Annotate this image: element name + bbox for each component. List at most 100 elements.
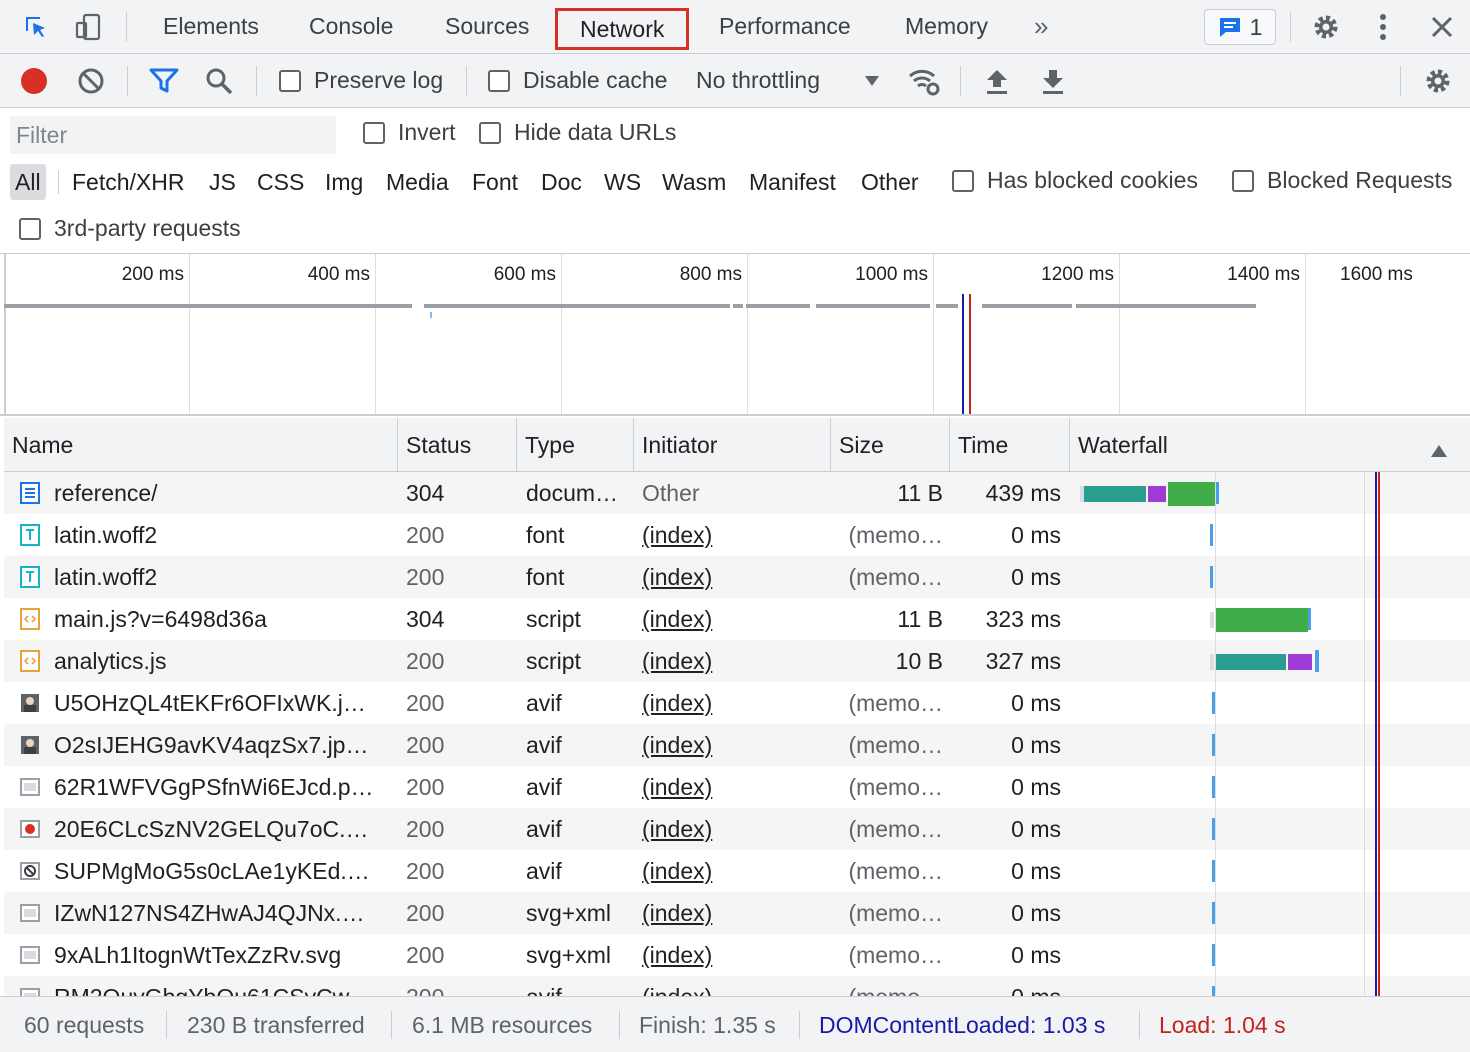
chevron-down-icon[interactable] [854,63,890,99]
close-icon[interactable] [1424,9,1460,45]
grid-line [189,254,190,414]
table-row[interactable]: analytics.js 200 script (index) 10 B 327 ms [4,640,1470,682]
type-filter-other[interactable]: Other [861,164,919,200]
waterfall-bar [1210,566,1213,588]
throttling-select[interactable]: No throttling [696,67,820,94]
table-row[interactable]: IZwN127NS4ZHwAJ4QJNx.… 200 svg+xml (index) (… [4,892,1470,934]
table-row[interactable]: latin.woff2 200 font (index) (memo… 0 ms [4,556,1470,598]
more-options-icon[interactable] [1365,9,1401,45]
blocked-requests-checkbox[interactable] [1232,170,1254,192]
divider [466,66,467,96]
device-toolbar-icon[interactable] [70,9,106,45]
import-har-icon[interactable] [979,63,1015,99]
request-type: script [526,648,581,674]
table-row[interactable]: SUPMgMoG5s0cLAe1yKEd.… 200 avif (index) (mem… [4,850,1470,892]
column-header-name[interactable]: Name [4,418,73,472]
table-row[interactable]: O2sIJEHG9avKV4aqzSx7.jp… 200 avif (index) (m… [4,724,1470,766]
request-name: SUPMgMoG5s0cLAe1yKEd.… [54,858,370,884]
table-row[interactable]: latin.woff2 200 font (index) (memo… 0 ms [4,514,1470,556]
network-conditions-icon[interactable] [906,63,942,99]
request-time: 0 ms [1011,816,1061,842]
request-status: 304 [406,480,445,506]
request-initiator[interactable]: (index) [642,934,822,976]
preserve-log-checkbox[interactable] [279,70,301,92]
network-settings-gear-icon[interactable] [1420,63,1456,99]
more-tabs-icon[interactable]: » [1034,0,1048,53]
table-row[interactable]: RM2QuvGbgYbQu61CSvCw… 200 avif (index) (memo… [4,976,1470,996]
waterfall-cell [1070,472,1470,514]
table-row[interactable]: 9xALh1ItognWtTexZzRv.svg 200 svg+xml (index… [4,934,1470,976]
type-filter-all[interactable]: All [10,164,46,200]
hide-data-urls-checkbox[interactable] [479,122,501,144]
tick-label: 1400 ms [1227,264,1300,285]
type-filter-font[interactable]: Font [472,164,518,200]
filter-icon[interactable] [146,63,182,99]
tab-sources[interactable]: Sources [445,0,529,53]
column-header-time[interactable]: Time [950,418,1008,472]
type-filter-doc[interactable]: Doc [541,164,582,200]
request-initiator[interactable]: (index) [642,640,822,682]
column-header-status[interactable]: Status [398,418,471,472]
type-filter-wasm[interactable]: Wasm [662,164,726,200]
third-party-checkbox[interactable] [19,218,41,240]
request-type: avif [526,690,562,716]
table-row[interactable]: main.js?v=6498d36a 304 script (index) 11 B 32… [4,598,1470,640]
sort-ascending-icon[interactable] [1430,437,1448,464]
font-icon [20,524,40,546]
table-row[interactable]: 20E6CLcSzNV2GELQu7oC.… 200 avif (index) (mem… [4,808,1470,850]
tab-network[interactable]: Network [555,8,690,50]
tab-performance[interactable]: Performance [719,0,851,53]
type-filter-img[interactable]: Img [325,164,363,200]
table-row[interactable]: reference/304 docum… Other 11 B 439 ms [4,472,1470,514]
request-type: avif [526,816,562,842]
filter-input[interactable] [10,116,336,154]
issues-badge[interactable]: 1 [1204,9,1276,45]
waterfall-bar [1308,608,1311,630]
table-row[interactable]: 62R1WFVGgPSfnWi6EJcd.p… 200 avif (index) (me… [4,766,1470,808]
request-size: 11 B [897,480,943,506]
column-header-type[interactable]: Type [517,418,575,472]
request-initiator[interactable]: (index) [642,724,822,766]
type-filter-fetch-xhr[interactable]: Fetch/XHR [72,164,184,200]
settings-gear-icon[interactable] [1308,9,1344,45]
type-filter-media[interactable]: Media [386,164,449,200]
tab-console[interactable]: Console [309,0,393,53]
disable-cache-checkbox[interactable] [488,70,510,92]
table-row[interactable]: U5OHzQL4tEKFr6OFIxWK.j… 200 avif (index) (me… [4,682,1470,724]
type-filter-css[interactable]: CSS [257,164,304,200]
tab-elements[interactable]: Elements [163,0,259,53]
inspect-element-icon[interactable] [18,9,54,45]
request-type: docum… [526,480,619,506]
type-filter-manifest[interactable]: Manifest [749,164,836,200]
request-size: (memo… [848,690,943,716]
column-header-initiator[interactable]: Initiator [634,418,717,472]
overview-activity-bar [1076,304,1256,308]
export-har-icon[interactable] [1035,63,1071,99]
request-initiator[interactable]: (index) [642,850,822,892]
request-name: reference/ [54,480,158,506]
timeline-overview[interactable]: 200 ms 400 ms 600 ms 800 ms 1000 ms 1200… [0,254,1470,416]
type-filter-ws[interactable]: WS [604,164,641,200]
column-header-size[interactable]: Size [831,418,884,472]
transferred-size: 230 B transferred [187,1012,365,1038]
invert-checkbox[interactable] [363,122,385,144]
request-status: 200 [406,648,445,674]
request-initiator[interactable]: (index) [642,976,822,996]
request-initiator[interactable]: (index) [642,598,822,640]
request-initiator[interactable]: (index) [642,556,822,598]
request-initiator[interactable]: (index) [642,808,822,850]
search-icon[interactable] [201,63,237,99]
column-header-waterfall[interactable]: Waterfall [1070,418,1168,472]
request-initiator[interactable]: (index) [642,514,822,556]
record-icon[interactable] [16,63,52,99]
clear-icon[interactable] [73,63,109,99]
waterfall-bar [1210,654,1214,670]
type-filter-js[interactable]: JS [209,164,236,200]
request-count: 60 requests [24,1012,145,1038]
has-blocked-cookies-checkbox[interactable] [952,170,974,192]
request-initiator[interactable]: (index) [642,766,822,808]
request-initiator[interactable]: (index) [642,892,822,934]
request-initiator[interactable]: (index) [642,682,822,724]
tab-memory[interactable]: Memory [905,0,988,53]
request-status: 200 [406,858,445,884]
